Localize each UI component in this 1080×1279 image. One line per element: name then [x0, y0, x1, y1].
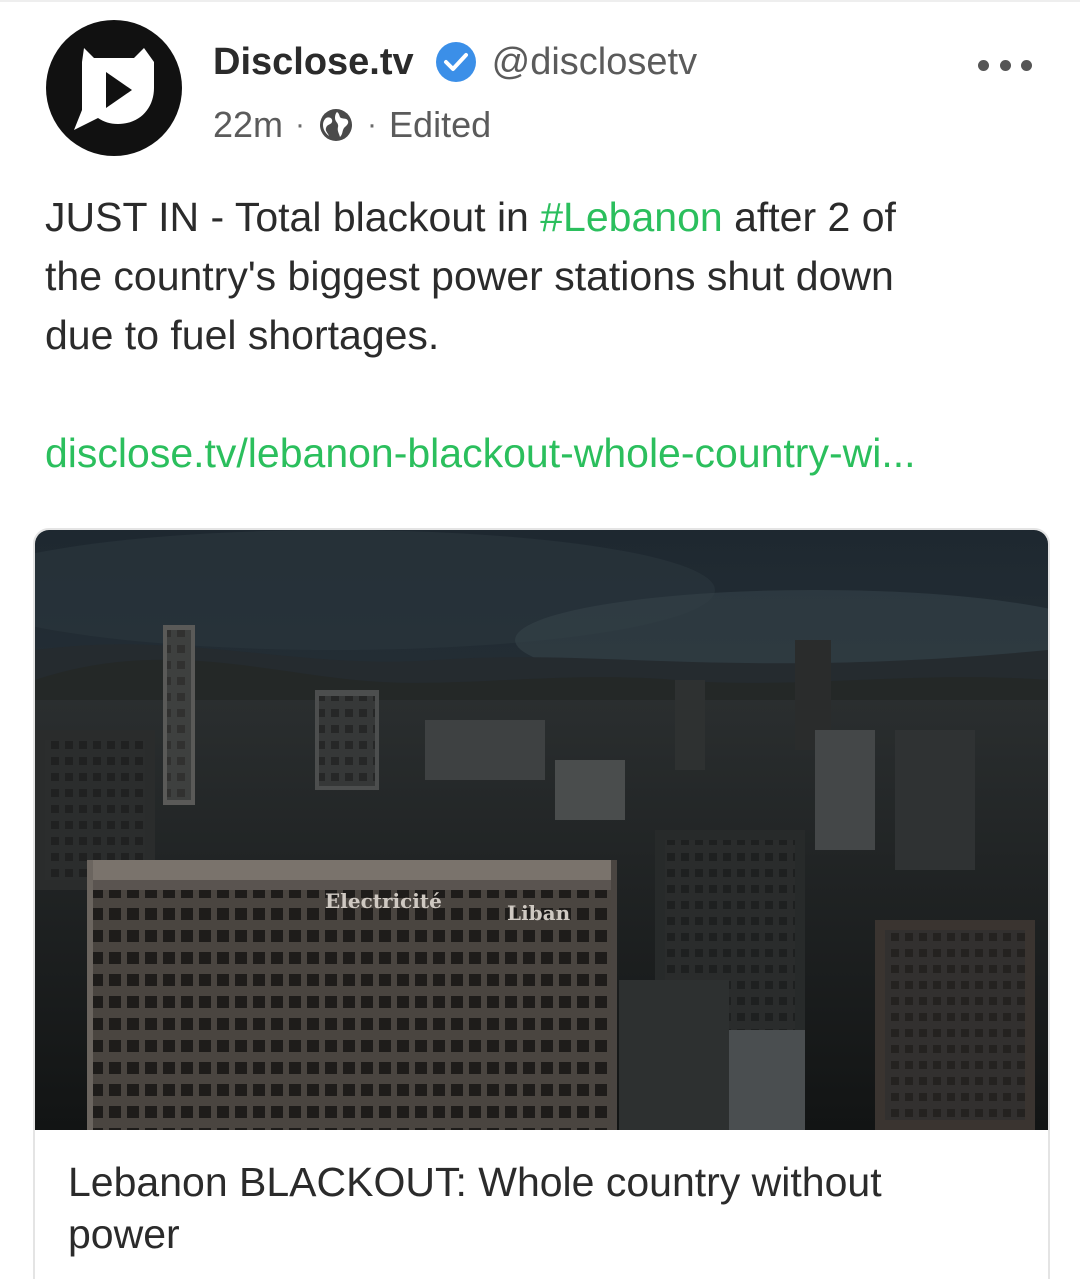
disclose-tv-logo-icon [46, 20, 182, 156]
card-title: Lebanon BLACKOUT: Whole country without … [68, 1156, 1008, 1260]
post-text-line: JUST IN - Total blackout in #Lebanon aft… [45, 188, 1045, 247]
post-text: JUST IN - Total blackout in #Lebanon aft… [45, 188, 1045, 365]
post-text-line: the country's biggest power stations shu… [45, 253, 894, 299]
post-text-segment: after 2 of [722, 194, 896, 240]
card-title-line: power [68, 1211, 180, 1257]
separator: · [295, 108, 306, 141]
divider [0, 0, 1080, 2]
edited-label: Edited [389, 104, 492, 145]
card-image: Electricité Liban [35, 530, 1048, 1130]
card-title-line: Lebanon BLACKOUT: Whole country without [68, 1159, 882, 1205]
avatar[interactable] [44, 18, 184, 158]
separator: · [367, 108, 378, 141]
hashtag-link[interactable]: #Lebanon [540, 194, 722, 240]
more-horizontal-icon [978, 59, 989, 71]
post-text-line: due to fuel shortages. [45, 312, 440, 358]
more-horizontal-icon [999, 59, 1011, 71]
author-row: Disclose.tv @disclosetv [213, 36, 697, 88]
more-horizontal-icon [1021, 59, 1032, 71]
post-meta: 22m · · Edited [213, 100, 491, 150]
post-text-segment: JUST IN - Total blackout in [45, 194, 541, 240]
display-name[interactable]: Disclose.tv [213, 41, 414, 84]
globe-icon [317, 106, 355, 144]
author-handle[interactable]: @disclosetv [492, 41, 697, 84]
post: Disclose.tv @disclosetv 22m · · Edited J… [0, 0, 1080, 1279]
card-image-sign: Liban [507, 901, 571, 925]
article-link[interactable]: disclose.tv/lebanon-blackout-whole-count… [45, 424, 1045, 483]
verified-badge-icon [434, 40, 478, 84]
more-options-button[interactable] [978, 50, 1032, 80]
timestamp[interactable]: 22m [213, 104, 283, 146]
link-preview-card[interactable]: Electricité Liban Lebanon BLACKOUT: Whol… [33, 528, 1050, 1279]
card-image-sign: Electricité [325, 889, 442, 913]
